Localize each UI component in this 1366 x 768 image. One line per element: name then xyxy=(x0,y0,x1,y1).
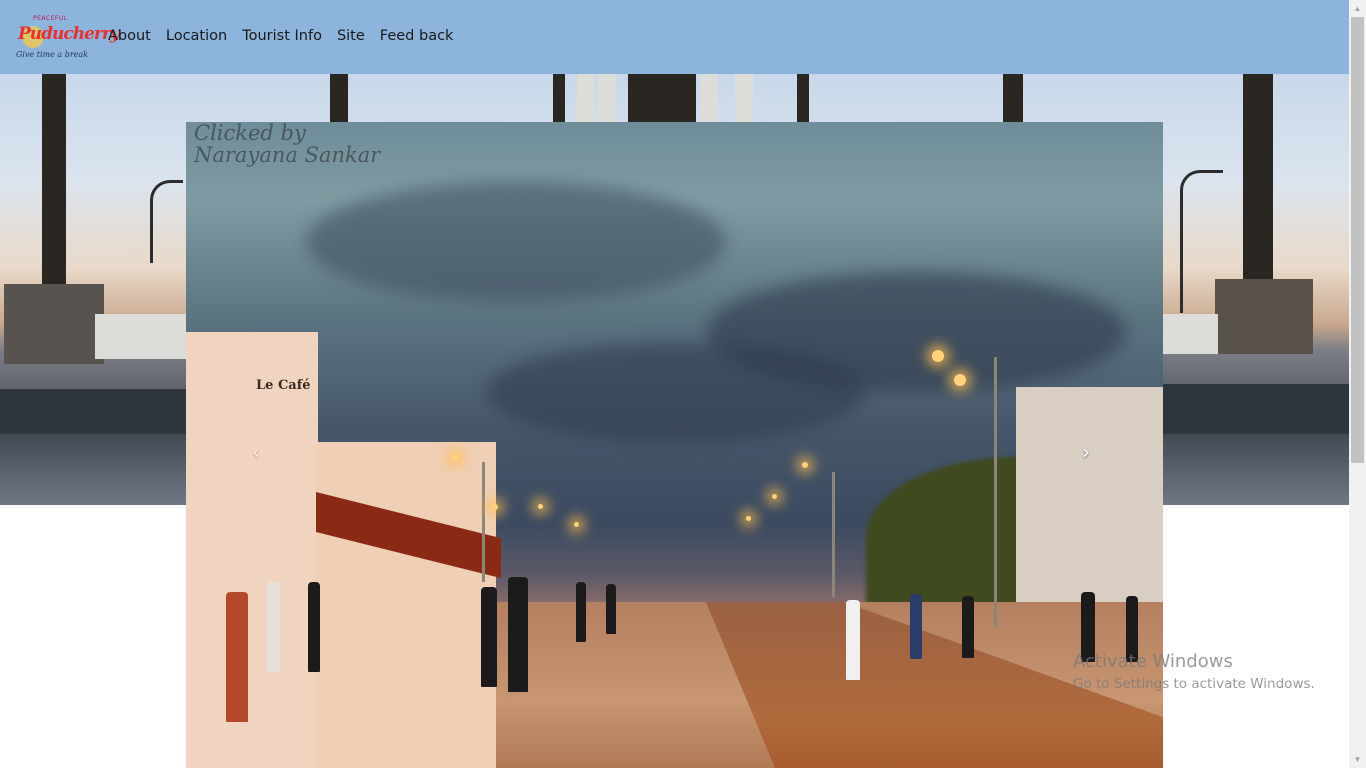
nav-link-feedback[interactable]: Feed back xyxy=(380,28,454,44)
person xyxy=(962,596,974,658)
street-lamp-left xyxy=(150,180,183,263)
pillar-right xyxy=(1243,74,1273,279)
statue xyxy=(628,74,696,122)
cloud xyxy=(486,342,866,442)
nav-link-about[interactable]: About xyxy=(108,28,151,44)
brand-tagline-top: PEACEFUL xyxy=(33,15,68,22)
person xyxy=(481,587,497,687)
brand-logo[interactable]: PEACEFUL Puducherry Give time a break xyxy=(14,12,120,62)
lamp-light xyxy=(574,522,579,527)
vertical-scrollbar[interactable]: ▲ ▼ xyxy=(1349,0,1366,768)
street-lamp xyxy=(832,472,835,597)
person xyxy=(508,577,528,692)
lamp-light xyxy=(492,504,498,510)
column-white-1 xyxy=(577,74,595,122)
statue-pillar-1 xyxy=(553,74,565,122)
activate-windows-notice: Activate Windows Go to Settings to activ… xyxy=(1073,651,1315,692)
brand-slogan: Give time a break xyxy=(16,50,88,59)
carousel-slide-image: Le Café Clicked by Narayana Sankar ‹ › xyxy=(186,122,1163,768)
lamp-light xyxy=(954,374,966,386)
person xyxy=(910,594,922,659)
pillar-left-base xyxy=(4,284,104,364)
street-lamp xyxy=(482,462,485,582)
lamp-light xyxy=(538,504,543,509)
lamp-light xyxy=(772,494,777,499)
column-white-3 xyxy=(700,74,718,122)
cloud xyxy=(306,182,726,302)
photo-credit-watermark: Clicked by Narayana Sankar xyxy=(194,122,380,166)
watermark-line-2: Narayana Sankar xyxy=(194,143,381,167)
pillar-left xyxy=(42,74,66,289)
nav-menu: About Location Tourist Info Site Feed ba… xyxy=(108,28,468,44)
street-lamp-right xyxy=(1180,170,1223,313)
pillar-right-base xyxy=(1215,279,1313,354)
scrollbar-thumb[interactable] xyxy=(1351,17,1364,463)
cafe-building xyxy=(186,332,318,768)
cafe-sign: Le Café xyxy=(256,378,311,393)
building-right xyxy=(1016,387,1163,627)
carousel-prev-icon[interactable]: ‹ xyxy=(252,440,260,464)
street-lamp xyxy=(994,357,997,627)
person xyxy=(266,582,280,672)
column-white-4 xyxy=(735,74,753,122)
balustrade-left xyxy=(95,314,186,359)
pillar-right-1 xyxy=(1003,74,1023,122)
person xyxy=(576,582,586,642)
nav-link-site[interactable]: Site xyxy=(337,28,365,44)
column-white-2 xyxy=(598,74,616,122)
lamp-light xyxy=(452,454,459,461)
nav-link-location[interactable]: Location xyxy=(166,28,227,44)
person xyxy=(606,584,616,634)
person xyxy=(846,600,860,680)
nav-link-tourist-info[interactable]: Tourist Info xyxy=(242,28,322,44)
pillar-center-left xyxy=(330,74,348,122)
scroll-down-arrow-icon[interactable]: ▼ xyxy=(1349,751,1366,768)
carousel-next-icon[interactable]: › xyxy=(1082,440,1090,464)
person xyxy=(226,592,248,722)
lamp-light xyxy=(932,350,944,362)
pillar-center-right xyxy=(797,74,809,122)
person xyxy=(308,582,320,672)
balustrade-right xyxy=(1163,314,1218,354)
building-left xyxy=(316,442,496,768)
brand-name: Puducherry xyxy=(18,24,120,44)
scroll-up-arrow-icon[interactable]: ▲ xyxy=(1349,0,1366,17)
navbar: PEACEFUL Puducherry Give time a break Ab… xyxy=(0,0,1349,74)
lamp-light xyxy=(802,462,808,468)
activate-windows-title: Activate Windows xyxy=(1073,651,1233,672)
watermark-line-1: Clicked by xyxy=(194,122,306,145)
lamp-light xyxy=(746,516,751,521)
steps-right xyxy=(1163,384,1349,434)
steps-left xyxy=(0,389,186,434)
activate-windows-subtitle: Go to Settings to activate Windows. xyxy=(1073,676,1315,692)
